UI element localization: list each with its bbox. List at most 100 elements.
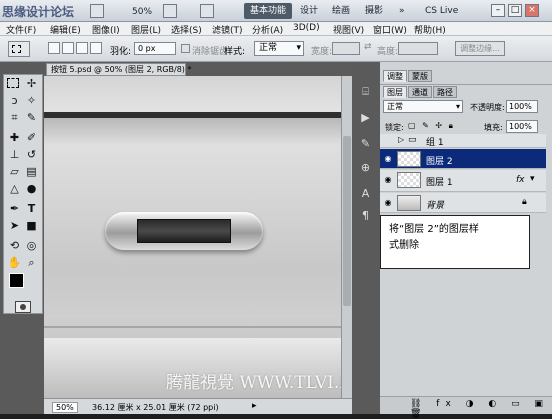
refine-edge-button[interactable]: 调整边缘...: [455, 41, 505, 56]
foreground-color-swatch[interactable]: [9, 273, 24, 288]
canvas-line: [44, 326, 341, 328]
gradient-tool-icon[interactable]: ▤: [24, 164, 39, 179]
menu-3d[interactable]: 3D(D): [293, 23, 320, 33]
visibility-toggle-icon[interactable]: [383, 136, 393, 145]
opacity-label: 不透明度:: [470, 103, 505, 112]
shape-tool-icon[interactable]: ■: [24, 218, 39, 233]
height-input[interactable]: [398, 42, 438, 55]
eye-icon[interactable]: ◉: [383, 175, 393, 184]
view-extras-icon[interactable]: [90, 4, 104, 18]
3d-orbit-icon[interactable]: ◎: [24, 238, 39, 253]
status-menu-arrow-icon[interactable]: ▸: [252, 401, 257, 411]
callout-line-2: 式删除: [389, 240, 419, 251]
menu-window[interactable]: 窗口(W): [373, 23, 407, 36]
layer-row-group[interactable]: ▷ ▭ 组 1: [380, 134, 546, 148]
tab-layers[interactable]: 图层: [383, 86, 407, 98]
maximize-icon[interactable]: □: [508, 4, 522, 17]
tab-channels[interactable]: 通道: [408, 86, 432, 98]
intersect-selection-icon[interactable]: [90, 42, 102, 54]
layer-row-background[interactable]: ◉ 背景 🔒︎: [380, 193, 546, 213]
expand-triangle-icon[interactable]: ▷: [398, 135, 404, 144]
path-selection-icon[interactable]: ➤: [7, 218, 22, 233]
quick-mask-icon[interactable]: [15, 301, 31, 313]
lock-icons[interactable]: ▢ ✎ ✢ 🔒︎: [408, 121, 455, 131]
clone-stamp-icon[interactable]: ⊥: [7, 147, 22, 162]
layer-row[interactable]: ◉ 图层 1 fx ▾: [380, 170, 546, 192]
blur-tool-icon[interactable]: △: [7, 181, 22, 196]
layer-row-selected[interactable]: ◉ 图层 2: [380, 149, 546, 169]
document-tab[interactable]: 按钮 5.psd @ 50% (图层 2, RGB/8) *: [46, 63, 191, 76]
new-selection-icon[interactable]: [48, 42, 60, 54]
menu-analysis[interactable]: 分析(A): [252, 23, 283, 36]
magic-wand-icon[interactable]: ✧: [24, 93, 39, 108]
workspace-painting-button[interactable]: 绘画: [326, 3, 356, 19]
clone-source-icon[interactable]: ⊕: [358, 160, 373, 175]
pen-tool-icon[interactable]: ✒: [7, 201, 22, 216]
options-bar: 羽化: 0 px 消除锯齿 样式: 正常 ▾ 宽度: ⇄ 高度: 调整边缘...: [0, 36, 552, 62]
paragraph-panel-icon[interactable]: ¶: [358, 208, 373, 223]
eraser-icon[interactable]: ▱: [7, 164, 22, 179]
hand-icon[interactable]: [163, 4, 177, 18]
fill-input[interactable]: 100%: [506, 120, 538, 133]
arrange-documents-icon[interactable]: [200, 4, 214, 18]
history-panel-icon[interactable]: ⌸: [358, 84, 373, 99]
cs-live-button[interactable]: CS Live: [425, 3, 458, 19]
feather-input[interactable]: 0 px: [134, 42, 176, 55]
workspace-more-button[interactable]: »: [393, 3, 411, 19]
menu-edit[interactable]: 编辑(E): [50, 23, 81, 36]
hand-tool-icon[interactable]: ✋: [7, 255, 22, 270]
move-tool-icon[interactable]: ✢: [24, 76, 39, 91]
document-canvas[interactable]: 腾龍視覺 WWW.TLVI.NET: [44, 76, 341, 398]
tab-paths[interactable]: 路径: [433, 86, 457, 98]
eye-icon[interactable]: ◉: [383, 198, 393, 207]
crop-tool-icon[interactable]: ⌗: [7, 110, 22, 125]
menu-select[interactable]: 选择(S): [171, 23, 202, 36]
layer-action-icons[interactable]: ⛓ fx ◑ ◐ ▭ ▣ 🗑︎: [410, 399, 552, 419]
eye-icon[interactable]: ◉: [383, 154, 393, 163]
swap-icon[interactable]: ⇄: [364, 42, 372, 52]
tool-preset-picker[interactable]: [8, 41, 30, 57]
subtract-selection-icon[interactable]: [76, 42, 88, 54]
layer-thumbnail: [397, 195, 421, 211]
style-select[interactable]: 正常 ▾: [254, 41, 304, 56]
menu-file[interactable]: 文件(F): [6, 23, 36, 36]
layer-name: 图层 1: [426, 178, 453, 188]
workspace-design-button[interactable]: 设计: [294, 3, 324, 19]
history-brush-icon[interactable]: ↺: [24, 147, 39, 162]
healing-brush-icon[interactable]: ✚: [7, 130, 22, 145]
menu-layer[interactable]: 图层(L): [131, 23, 161, 36]
actions-panel-icon[interactable]: ▶: [358, 110, 373, 125]
lasso-tool-icon[interactable]: ↄ: [7, 93, 22, 108]
menu-filter[interactable]: 滤镜(T): [212, 23, 243, 36]
scrollbar-thumb[interactable]: [343, 136, 351, 306]
character-panel-icon[interactable]: A: [358, 186, 373, 201]
zoom-tool-icon[interactable]: ⌕: [24, 255, 39, 270]
workspace-essentials-button[interactable]: 基本功能: [244, 3, 293, 19]
marquee-tool-icon[interactable]: [7, 78, 19, 88]
folder-icon: ▭: [408, 135, 417, 145]
workspace-photography-button[interactable]: 摄影: [359, 3, 389, 19]
menu-help[interactable]: 帮助(H): [414, 23, 446, 36]
add-selection-icon[interactable]: [62, 42, 74, 54]
zoom-level-dropdown[interactable]: 50%: [126, 4, 158, 20]
chevron-down-icon[interactable]: ▾: [530, 174, 535, 184]
3d-rotate-icon[interactable]: ⟲: [7, 238, 22, 253]
tab-masks[interactable]: 蒙版: [408, 70, 432, 82]
brushes-panel-icon[interactable]: ✎: [358, 136, 373, 151]
close-icon[interactable]: ×: [525, 4, 539, 17]
vertical-scrollbar[interactable]: [341, 76, 352, 398]
blend-mode-select[interactable]: 正常 ▾: [383, 100, 463, 113]
minimize-icon[interactable]: –: [491, 4, 505, 17]
menu-view[interactable]: 视图(V): [333, 23, 364, 36]
width-input[interactable]: [332, 42, 360, 55]
opacity-input[interactable]: 100%: [506, 100, 538, 113]
status-zoom[interactable]: 50%: [52, 402, 78, 413]
type-tool-icon[interactable]: T: [24, 201, 39, 216]
antialias-checkbox[interactable]: [181, 44, 190, 53]
dodge-tool-icon[interactable]: ●: [24, 181, 39, 196]
menu-image[interactable]: 图像(I): [92, 23, 120, 36]
eyedropper-icon[interactable]: ✎: [24, 110, 39, 125]
tab-adjustments[interactable]: 调整: [383, 70, 407, 82]
brush-tool-icon[interactable]: ✐: [24, 130, 39, 145]
fx-badge[interactable]: fx: [516, 175, 525, 185]
